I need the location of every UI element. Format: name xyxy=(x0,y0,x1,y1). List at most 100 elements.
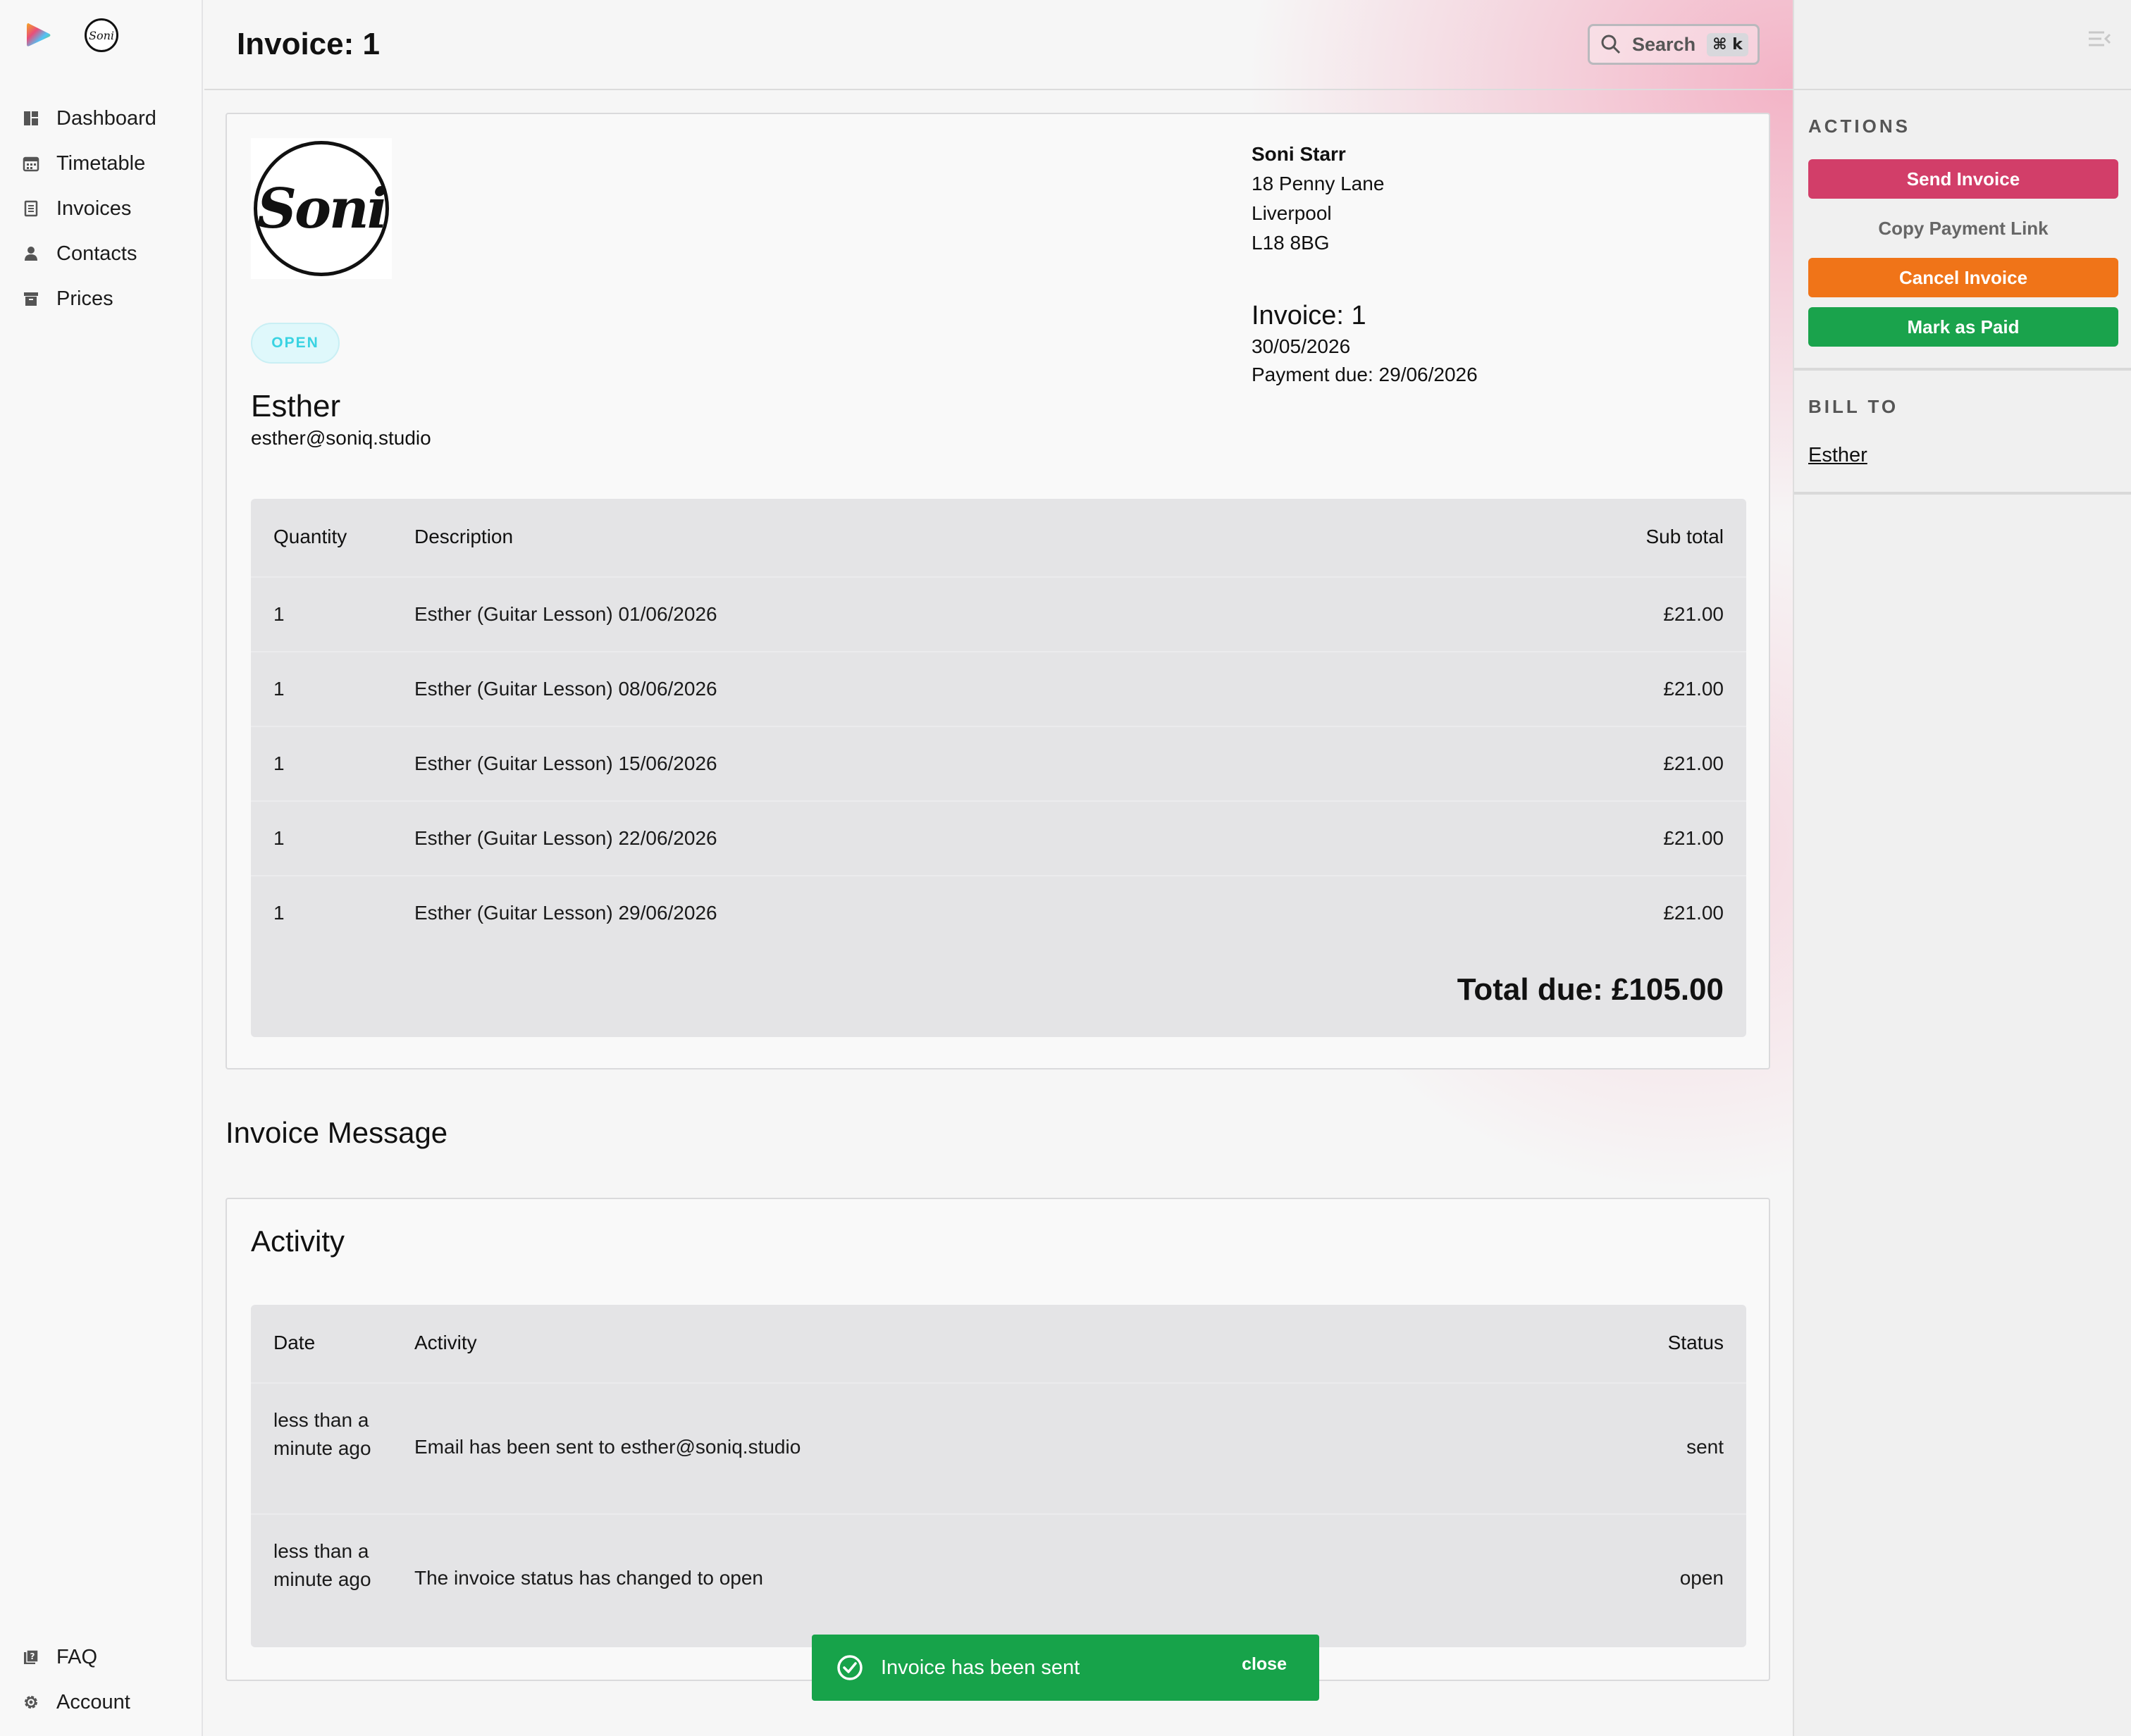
table-row: 1 Esther (Guitar Lesson) 15/06/2026 £21.… xyxy=(251,727,1746,802)
row-subtotal: £21.00 xyxy=(1663,752,1724,774)
send-invoice-button[interactable]: Send Invoice xyxy=(1808,159,2118,199)
table-row: 1 Esther (Guitar Lesson) 01/06/2026 £21.… xyxy=(251,578,1746,652)
person-icon xyxy=(21,244,41,264)
activity-heading: Activity xyxy=(251,1224,345,1258)
search-shortcut: ⌘ k xyxy=(1707,32,1748,56)
status-badge: OPEN xyxy=(251,323,340,364)
app-logo-icon[interactable] xyxy=(24,20,54,50)
topbar: Invoice: 1 Search ⌘ k xyxy=(204,0,1793,90)
sidebar-item-faq[interactable]: ? FAQ xyxy=(21,1635,130,1680)
sidebar-item-label: Account xyxy=(56,1690,130,1713)
table-row: less than a minute ago The invoice statu… xyxy=(251,1515,1746,1646)
payment-due: Payment due: 29/06/2026 xyxy=(1252,364,1478,385)
right-panel: ACTIONS Send Invoice Copy Payment Link C… xyxy=(1793,0,2131,1736)
header-activity: Activity xyxy=(414,1332,477,1353)
cancel-invoice-button[interactable]: Cancel Invoice xyxy=(1808,258,2118,297)
bill-to-contact-link[interactable]: Esther xyxy=(1808,444,1867,467)
faq-icon: ? xyxy=(21,1647,41,1667)
divider xyxy=(1794,492,2131,495)
sidebar: Soni Dashboard Timetable Invoices Contac… xyxy=(0,0,203,1736)
row-date: less than a minute ago xyxy=(273,1409,371,1459)
copy-payment-link-button[interactable]: Copy Payment Link xyxy=(1808,209,2118,248)
invoice-message-heading: Invoice Message xyxy=(226,1116,448,1149)
row-quantity: 1 xyxy=(273,752,285,774)
sidebar-item-label: Prices xyxy=(56,287,113,310)
sidebar-item-label: Timetable xyxy=(56,151,146,175)
toast-message: Invoice has been sent xyxy=(881,1656,1080,1679)
svg-text:?: ? xyxy=(30,1651,35,1661)
soni-logo: Soni xyxy=(254,141,389,276)
row-activity: The invoice status has changed to open xyxy=(414,1567,764,1589)
header-status: Status xyxy=(1667,1332,1724,1353)
row-subtotal: £21.00 xyxy=(1663,827,1724,849)
header-description: Description xyxy=(414,526,514,547)
divider xyxy=(1794,368,2131,371)
sidebar-item-label: Dashboard xyxy=(56,106,156,130)
sidebar-item-contacts[interactable]: Contacts xyxy=(21,231,156,276)
row-description: Esther (Guitar Lesson) 15/06/2026 xyxy=(414,752,717,774)
total-due: Total due: £105.00 xyxy=(1457,972,1724,1007)
row-subtotal: £21.00 xyxy=(1663,678,1724,700)
row-quantity: 1 xyxy=(273,902,285,924)
client-email: esther@soniq.studio xyxy=(251,427,431,449)
row-status: sent xyxy=(1686,1436,1724,1458)
sender-address: Soni Starr 18 Penny Lane Liverpool L18 8… xyxy=(1252,140,1384,258)
bill-to-label: BILL TO xyxy=(1808,396,1899,417)
table-row: 1 Esther (Guitar Lesson) 29/06/2026 £21.… xyxy=(251,876,1746,951)
sidebar-item-account[interactable]: Account xyxy=(21,1680,130,1725)
header-date: Date xyxy=(273,1332,316,1353)
row-quantity: 1 xyxy=(273,678,285,700)
activity-table: Date Activity Status less than a minute … xyxy=(251,1305,1746,1647)
sidebar-bottom-nav: ? FAQ Account xyxy=(21,1635,130,1725)
sidebar-item-timetable[interactable]: Timetable xyxy=(21,141,156,186)
table-header: Quantity Description Sub total xyxy=(251,499,1746,578)
gear-icon xyxy=(21,1692,41,1712)
row-activity: Email has been sent to esther@soniq.stud… xyxy=(414,1436,801,1458)
client-name: Esther xyxy=(251,389,341,423)
invoice-card: Soni OPEN Esther esther@soniq.studio Son… xyxy=(226,113,1770,1070)
row-description: Esther (Guitar Lesson) 01/06/2026 xyxy=(414,603,717,625)
sidebar-item-label: FAQ xyxy=(56,1645,98,1668)
sidebar-item-prices[interactable]: Prices xyxy=(21,276,156,321)
check-circle-icon xyxy=(837,1655,863,1680)
business-logo: Soni xyxy=(251,138,392,279)
row-subtotal: £21.00 xyxy=(1663,603,1724,625)
header-subtotal: Sub total xyxy=(1645,526,1724,547)
sender-name: Soni Starr xyxy=(1252,143,1346,165)
archive-icon xyxy=(21,289,41,309)
sidebar-item-label: Invoices xyxy=(56,197,132,220)
sidebar-item-label: Contacts xyxy=(56,242,137,265)
right-panel-header xyxy=(1794,0,2131,90)
header-quantity: Quantity xyxy=(273,526,347,547)
row-quantity: 1 xyxy=(273,603,285,625)
invoice-number: Invoice: 1 xyxy=(1252,301,1366,330)
search-button[interactable]: Search ⌘ k xyxy=(1588,24,1760,65)
actions-label: ACTIONS xyxy=(1808,116,1910,137)
row-description: Esther (Guitar Lesson) 08/06/2026 xyxy=(414,678,717,700)
sidebar-nav: Dashboard Timetable Invoices Contacts Pr… xyxy=(21,96,156,321)
table-row: 1 Esther (Guitar Lesson) 22/06/2026 £21.… xyxy=(251,802,1746,876)
sidebar-item-dashboard[interactable]: Dashboard xyxy=(21,96,156,141)
row-description: Esther (Guitar Lesson) 22/06/2026 xyxy=(414,827,717,849)
table-header: Date Activity Status xyxy=(251,1305,1746,1384)
sidebar-logos: Soni xyxy=(24,18,118,52)
search-icon xyxy=(1601,35,1621,54)
row-quantity: 1 xyxy=(273,827,285,849)
sender-city: Liverpool xyxy=(1252,202,1332,224)
row-status: open xyxy=(1679,1567,1724,1589)
invoice-meta: Invoice: 1 30/05/2026 Payment due: 29/06… xyxy=(1252,299,1478,389)
activity-card: Activity Date Activity Status less than … xyxy=(226,1198,1770,1681)
sender-street: 18 Penny Lane xyxy=(1252,173,1385,194)
page-title: Invoice: 1 xyxy=(237,27,380,61)
collapse-panel-icon[interactable] xyxy=(2086,28,2114,49)
row-description: Esther (Guitar Lesson) 29/06/2026 xyxy=(414,902,717,924)
invoice-date: 30/05/2026 xyxy=(1252,335,1351,357)
line-items-table: Quantity Description Sub total 1 Esther … xyxy=(251,499,1746,1037)
table-row: less than a minute ago Email has been se… xyxy=(251,1384,1746,1515)
row-date: less than a minute ago xyxy=(273,1540,371,1590)
studio-avatar[interactable]: Soni xyxy=(85,18,118,52)
toast-notification: Invoice has been sent close xyxy=(812,1635,1319,1701)
toast-close-button[interactable]: close xyxy=(1242,1654,1287,1675)
mark-as-paid-button[interactable]: Mark as Paid xyxy=(1808,307,2118,347)
sidebar-item-invoices[interactable]: Invoices xyxy=(21,186,156,231)
